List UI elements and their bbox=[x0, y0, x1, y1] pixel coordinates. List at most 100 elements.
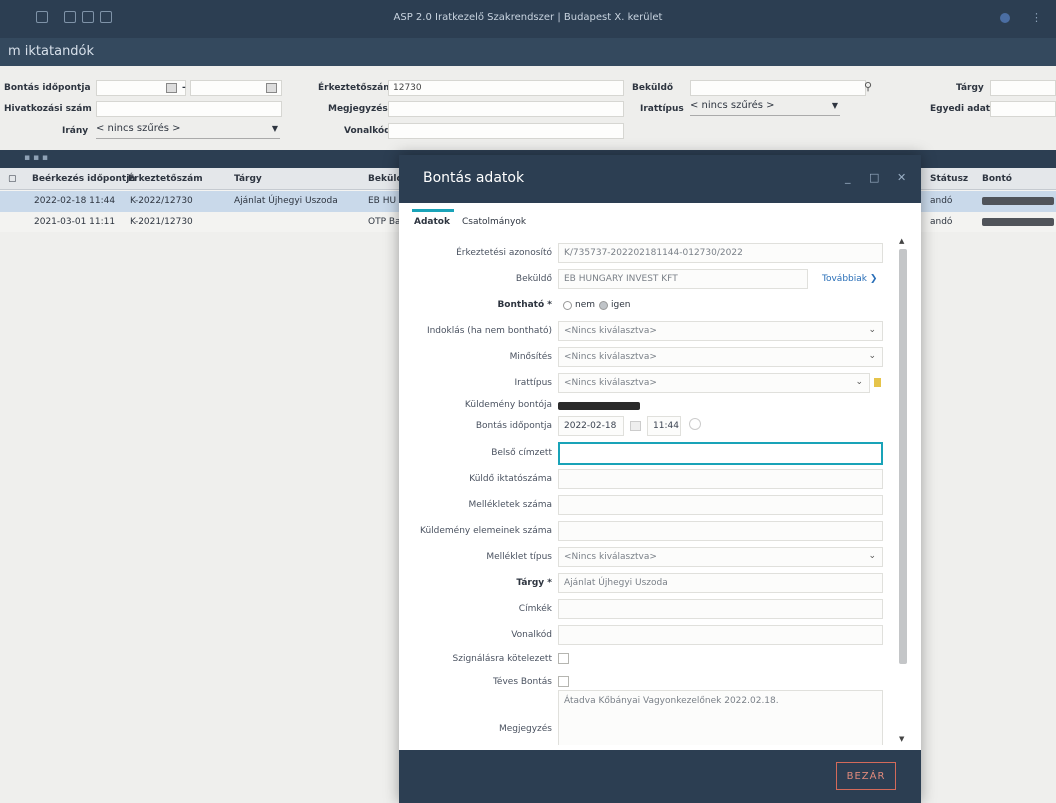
scroll-down-icon[interactable]: ▼ bbox=[899, 735, 904, 743]
bonthato-igen-label: igen bbox=[611, 300, 631, 310]
bonthato-label: Bontható * bbox=[497, 300, 552, 310]
filter-targy-input[interactable] bbox=[990, 80, 1056, 96]
chevron-down-icon: ⌄ bbox=[868, 551, 876, 561]
bonthato-igen-radio[interactable] bbox=[599, 301, 608, 310]
bontas-idopontja-label: Bontás időpontja bbox=[475, 421, 552, 431]
clock-icon[interactable] bbox=[689, 418, 701, 430]
filter-vonalkod-label: Vonalkód bbox=[344, 126, 391, 136]
kuldemeny-elemeinek-szama-input[interactable] bbox=[558, 521, 883, 541]
targy-input[interactable]: Ajánlat Újhegyi Uszoda bbox=[558, 573, 883, 593]
filter-bekuldo-input[interactable] bbox=[690, 80, 866, 96]
szignalasra-kotelezett-checkbox[interactable] bbox=[558, 653, 569, 664]
app-title: ASP 2.0 Iratkezelő Szakrendszer | Budape… bbox=[393, 12, 663, 23]
irattipus-select[interactable]: <Nincs kiválasztva> ⌄ bbox=[558, 373, 870, 393]
cimkek-input[interactable] bbox=[558, 599, 883, 619]
column-header[interactable]: Érkeztetőszám bbox=[128, 174, 203, 184]
bekuldo-field: EB HUNGARY INVEST KFT bbox=[558, 269, 808, 289]
chevron-down-icon: ▼ bbox=[271, 124, 278, 133]
melleklet-tipus-value: <Nincs kiválasztva> bbox=[564, 552, 657, 562]
bontas-adatok-dialog: Bontás adatok _ □ ✕ Adatok Csatolmányok … bbox=[399, 155, 921, 803]
filter-irattipus-value: < nincs szűrés > bbox=[690, 100, 775, 111]
teves-bontas-label: Téves Bontás bbox=[492, 677, 552, 687]
indoklas-select[interactable]: <Nincs kiválasztva> ⌄ bbox=[558, 321, 883, 341]
user-avatar-icon[interactable] bbox=[1000, 13, 1010, 23]
filter-irany-label: Irány bbox=[62, 126, 89, 136]
page-title: m iktatandók bbox=[8, 44, 95, 59]
dialog-footer: BEZÁR bbox=[399, 750, 921, 803]
mellekletek-szama-label: Mellékletek száma bbox=[468, 500, 552, 510]
filter-erkeztetoszam-label: Érkeztetőszám bbox=[318, 83, 393, 93]
chevron-down-icon: ▼ bbox=[831, 101, 838, 110]
column-header[interactable]: Tárgy bbox=[234, 174, 262, 184]
tab-adatok[interactable]: Adatok bbox=[414, 217, 450, 227]
tovabbiak-label: Továbbiak bbox=[822, 274, 867, 284]
cimkek-label: Címkék bbox=[518, 604, 552, 614]
bontas-date-input[interactable]: 2022-02-18 bbox=[558, 416, 624, 436]
irattipus-label: Irattípus bbox=[514, 378, 552, 388]
bonthato-nem-radio[interactable] bbox=[563, 301, 572, 310]
bontas-time-input[interactable]: 11:44 bbox=[647, 416, 681, 436]
calendar-icon[interactable] bbox=[166, 83, 177, 93]
redacted-text bbox=[982, 197, 1054, 205]
filter-megjegyzes-label: Megjegyzés bbox=[328, 104, 388, 114]
menu-dots-icon[interactable]: ⋮ bbox=[1031, 11, 1042, 24]
filter-hivatkozasi-szam-label: Hivatkozási szám bbox=[4, 104, 92, 114]
minosites-select[interactable]: <Nincs kiválasztva> ⌄ bbox=[558, 347, 883, 367]
filter-egyedi-adat-input[interactable] bbox=[990, 101, 1056, 117]
scrollbar-thumb[interactable] bbox=[899, 249, 907, 664]
filter-irany-select[interactable]: < nincs szűrés > ▼ bbox=[96, 123, 280, 139]
calendar-icon[interactable] bbox=[630, 421, 641, 431]
mellekletek-szama-input[interactable] bbox=[558, 495, 883, 515]
select-all-checkbox[interactable]: ▢ bbox=[8, 174, 17, 184]
belso-cimzett-label: Belső címzett bbox=[491, 448, 552, 458]
maximize-icon[interactable]: □ bbox=[869, 171, 879, 184]
tag-icon[interactable] bbox=[874, 378, 881, 387]
form-scrollbar[interactable]: ▲ ▼ bbox=[897, 237, 909, 745]
kuldemeny-elemeinek-szama-label: Küldemény elemeinek száma bbox=[419, 526, 552, 536]
teves-bontas-checkbox[interactable] bbox=[558, 676, 569, 687]
irattipus-value: <Nincs kiválasztva> bbox=[564, 378, 657, 388]
belso-cimzett-input[interactable] bbox=[558, 442, 883, 465]
indoklas-label: Indoklás (ha nem bontható) bbox=[426, 326, 552, 336]
filter-irattipus-select[interactable]: < nincs szűrés > ▼ bbox=[690, 100, 840, 116]
megjegyzes-textarea[interactable]: Átadva Kőbányai Vagyonkezelőnek 2022.02.… bbox=[558, 690, 883, 745]
kuldo-iktatoszama-label: Küldő iktatószáma bbox=[469, 474, 552, 484]
szignalasra-kotelezett-label: Szignálásra kötelezett bbox=[452, 654, 552, 664]
search-icon[interactable]: ⚲ bbox=[864, 80, 872, 93]
column-header[interactable]: Bontó bbox=[982, 174, 1012, 184]
chevron-down-icon: ⌄ bbox=[868, 351, 876, 361]
minimize-icon[interactable]: _ bbox=[845, 171, 851, 184]
filter-megjegyzes-input[interactable] bbox=[388, 101, 624, 117]
filter-vonalkod-input[interactable] bbox=[388, 123, 624, 139]
erkeztetesi-azonosito-field: K/735737-202202181144-012730/2022 bbox=[558, 243, 883, 263]
indoklas-value: <Nincs kiválasztva> bbox=[564, 326, 657, 336]
melleklet-tipus-label: Melléklet típus bbox=[486, 552, 552, 562]
toolbar-icons[interactable]: ▪ ▪ ▪ bbox=[24, 153, 48, 163]
vonalkod-input[interactable] bbox=[558, 625, 883, 645]
tovabbiak-link[interactable]: Továbbiak ❯ bbox=[822, 274, 877, 284]
bonthato-nem-label: nem bbox=[575, 300, 596, 310]
filter-egyedi-adat-label: Egyedi adat bbox=[930, 104, 991, 114]
bezar-button[interactable]: BEZÁR bbox=[836, 762, 896, 790]
cell-sender: OTP Ba bbox=[368, 217, 401, 227]
kuldo-iktatoszama-input[interactable] bbox=[558, 469, 883, 489]
filter-panel: Bontás időpontja - Érkeztetőszám 12730 B… bbox=[0, 66, 1056, 150]
filter-bekuldo-label: Beküldő bbox=[632, 83, 674, 93]
column-header[interactable]: Státusz bbox=[930, 174, 968, 184]
tab-csatolmanyok[interactable]: Csatolmányok bbox=[462, 217, 526, 227]
dialog-header: Bontás adatok _ □ ✕ bbox=[399, 155, 921, 203]
calendar-icon[interactable] bbox=[266, 83, 277, 93]
column-header[interactable]: Beérkezés időpontja bbox=[32, 174, 135, 184]
app-titlebar: ASP 2.0 Iratkezelő Szakrendszer | Budape… bbox=[0, 0, 1056, 38]
minosites-label: Minősítés bbox=[509, 352, 552, 362]
close-icon[interactable]: ✕ bbox=[897, 171, 906, 184]
filter-erkeztetoszam-input[interactable]: 12730 bbox=[388, 80, 624, 96]
dialog-form: Érkeztetési azonosító K/735737-202202181… bbox=[399, 233, 899, 745]
melleklet-tipus-select[interactable]: <Nincs kiválasztva> ⌄ bbox=[558, 547, 883, 567]
chevron-down-icon: ⌄ bbox=[868, 325, 876, 335]
filter-hivatkozasi-szam-input[interactable] bbox=[96, 101, 282, 117]
minosites-value: <Nincs kiválasztva> bbox=[564, 352, 657, 362]
cell-status: andó bbox=[930, 217, 953, 227]
scroll-up-icon[interactable]: ▲ bbox=[899, 237, 904, 245]
cell-status: andó bbox=[930, 196, 953, 206]
